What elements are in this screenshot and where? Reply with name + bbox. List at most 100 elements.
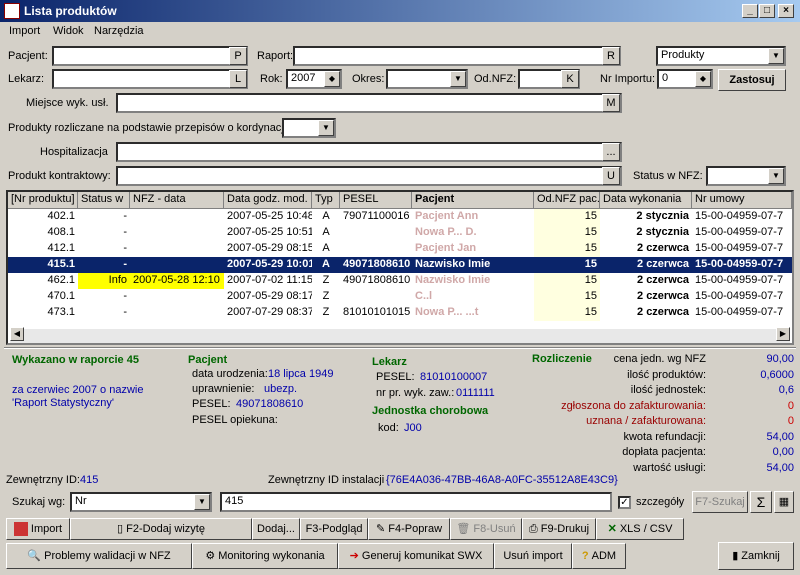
kontraktowy-pick-button[interactable]: U (602, 167, 620, 185)
col-typ[interactable]: Typ (312, 192, 340, 209)
cell-pacjent: Pacjent Jan (415, 242, 477, 254)
monitoring-button[interactable]: ⚙ Monitoring wykonania (192, 543, 338, 569)
cell-umowa: 15-00-04959-07-7 (695, 210, 784, 222)
cell-status: - (123, 226, 127, 238)
pacjent-pick-button[interactable]: P (229, 47, 247, 65)
maximize-button[interactable]: □ (759, 4, 775, 18)
close-window-button[interactable]: ▮ Zamknij (718, 542, 794, 570)
table-row[interactable]: 473.1 - 2007-07-29 08:37 Z 81010101015 Nowa P… (8, 305, 792, 321)
remove-import-button[interactable]: Usuń import (494, 543, 572, 569)
col-nr[interactable]: [Nr produktu] (8, 192, 78, 209)
cell-pacjent: Nowa P... D. (415, 226, 477, 238)
szukaj-label: Szukaj wg: (12, 496, 66, 508)
menu-import[interactable]: Import (9, 25, 40, 37)
table-row[interactable]: 402.1 - 2007-05-25 10:48 A 79071100016 Pacjen… (8, 209, 792, 225)
sum-button[interactable]: Σ (750, 491, 772, 513)
separator (4, 347, 796, 349)
scroll-left-icon[interactable]: ◀ (10, 327, 24, 341)
cell-typ: Z (322, 306, 330, 318)
calculator-button[interactable]: ▦ (774, 491, 794, 513)
menu-narzedzia[interactable]: Narzędzia (94, 25, 144, 37)
szukaj-input[interactable]: 415 (220, 492, 612, 512)
table-row[interactable]: 470.1 - 2007-05-29 08:17 Z C..l 15 2 czerwca 15… (8, 289, 792, 305)
table-row[interactable]: 462.1 Info 2007-05-28 12:10 2007-07-02 11:1… (8, 273, 792, 289)
nr-importu-value: 0 (662, 72, 669, 84)
chevron-down-icon[interactable]: ▼ (768, 168, 784, 184)
table-row[interactable]: 412.1 - 2007-05-29 08:15 A Pacjent Jan 15 2 cz… (8, 241, 792, 257)
monitor-icon: ⚙ (205, 550, 219, 562)
export-button[interactable]: ✕ XLS / CSV (596, 518, 684, 540)
door-icon: ▮ (732, 550, 742, 562)
raport-pick-button[interactable]: R (602, 47, 620, 65)
menu-widok[interactable]: Widok (53, 25, 84, 37)
pacjent-input[interactable] (52, 46, 248, 66)
col-status[interactable]: Status w (78, 192, 130, 209)
status-nfz-select[interactable]: ▼ (706, 166, 786, 186)
validation-problems-button[interactable]: 🔍 Problemy walidacji w NFZ (6, 543, 192, 569)
cell-nfz (130, 257, 224, 273)
lekarz-pick-button[interactable]: L (229, 70, 247, 88)
scroll-right-icon[interactable]: ▶ (776, 327, 790, 341)
lekarz-pesel-label: PESEL: (376, 371, 415, 383)
f7-search-button[interactable]: F7-Szukaj (692, 491, 748, 513)
col-mod[interactable]: Data godz. mod. (224, 192, 312, 209)
col-nfz-data[interactable]: NFZ - data (130, 192, 224, 209)
nr-importu-stepper[interactable]: 0 ◆ (657, 69, 713, 89)
horizontal-scrollbar[interactable]: ◀ ▶ (10, 327, 790, 343)
edit-button[interactable]: ✎ F4-Popraw (368, 518, 450, 540)
chevron-down-icon[interactable]: ▼ (194, 494, 210, 510)
chevron-down-icon[interactable]: ▼ (318, 120, 334, 136)
odnfz-pick-button[interactable]: K (561, 70, 579, 88)
rok-stepper[interactable]: 2007 ◆ (286, 69, 342, 89)
col-od[interactable]: Od.NFZ pac. (534, 192, 600, 209)
hospitalizacja-label: Hospitalizacja (40, 146, 108, 158)
kontraktowy-input[interactable] (116, 166, 622, 186)
przepisy-select[interactable]: ▼ (282, 118, 336, 138)
col-pacjent[interactable]: Pacjent (412, 192, 534, 209)
raport-input[interactable] (293, 46, 621, 66)
hospitalizacja-pick-button[interactable]: ... (602, 143, 620, 161)
jednostka-title: Jednostka chorobowa (372, 405, 489, 417)
cell-pacjent: Nowa P... ...t (415, 306, 479, 318)
col-umowa[interactable]: Nr umowy (692, 192, 792, 209)
spin-icon[interactable]: ◆ (324, 71, 340, 87)
lekarz-input[interactable] (52, 69, 248, 89)
chevron-down-icon[interactable]: ▼ (768, 48, 784, 64)
col-pesel[interactable]: PESEL (340, 192, 412, 209)
status-nfz-label: Status w NFZ: (633, 170, 703, 182)
dodaj-button[interactable]: Dodaj... (252, 518, 300, 540)
cell-od: 15 (584, 258, 597, 270)
products-grid[interactable]: [Nr produktu] Status w NFZ - data Data g… (6, 190, 794, 345)
cell-pesel: 79071100016 (343, 210, 410, 222)
generate-swx-button[interactable]: ➔ Generuj komunikat SWX (338, 543, 494, 569)
preview-button[interactable]: F3-Podgląd (300, 518, 368, 540)
cell-pesel (340, 289, 412, 305)
add-visit-button[interactable]: ▯ F2-Dodaj wizytę (70, 518, 252, 540)
zastosuj-button[interactable]: Zastosuj (718, 69, 786, 91)
table-row[interactable]: 415.1 - 2007-05-29 10:01 A 49071808610 Nazwis… (8, 257, 792, 273)
cell-pesel: 49071808610 (343, 274, 411, 286)
hospitalizacja-input[interactable] (116, 142, 622, 162)
col-data-wyk[interactable]: Data wykonania (600, 192, 692, 209)
cell-mod: 2007-05-29 08:15 (227, 242, 312, 254)
cell-pesel: 49071808610 (343, 258, 411, 270)
rozl-label: kwota refundacji: (623, 430, 706, 443)
spin-icon[interactable]: ◆ (695, 71, 711, 87)
table-row[interactable]: 408.1 - 2007-05-25 10:51 A Nowa P... D. 15 2 s… (8, 225, 792, 241)
cell-od: 15 (534, 209, 600, 225)
delete-button[interactable]: 🗑 F8-Usuń (450, 518, 522, 540)
cell-mod: 2007-05-25 10:51 (227, 226, 312, 238)
miejsce-input[interactable] (116, 93, 622, 113)
okres-select[interactable]: ▼ (386, 69, 468, 89)
print-button[interactable]: ⎙ F9-Drukuj (522, 518, 596, 540)
produkty-select[interactable]: Produkty ▼ (656, 46, 786, 66)
adm-button[interactable]: ? ADM (572, 543, 626, 569)
import-button[interactable]: Import (6, 518, 70, 540)
minimize-button[interactable]: _ (742, 4, 758, 18)
chevron-down-icon[interactable]: ▼ (450, 71, 466, 87)
szukaj-by-select[interactable]: Nr ▼ (70, 492, 212, 512)
details-checkbox[interactable]: ✓ (618, 496, 631, 509)
cell-typ: A (322, 242, 330, 254)
close-button[interactable]: × (778, 4, 794, 18)
miejsce-pick-button[interactable]: M (602, 94, 620, 112)
